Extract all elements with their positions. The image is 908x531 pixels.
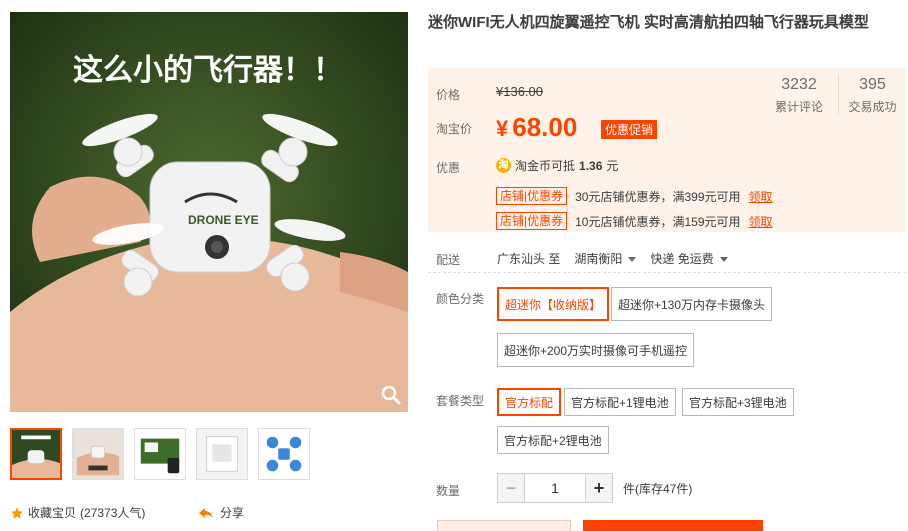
share-label: 分享 — [220, 506, 245, 520]
quantity-label: 数量 — [436, 484, 461, 498]
chevron-down-icon — [719, 257, 728, 263]
color-label: 颜色分类 — [436, 292, 485, 306]
coupon-row: 店铺|优惠券 30元店铺优惠券，满399元可用 领取 — [496, 187, 773, 205]
favorite-label: 收藏宝贝 — [28, 506, 77, 520]
decrease-quantity-button[interactable]: − — [497, 473, 525, 503]
reviews-count: 3232 — [781, 76, 817, 93]
star-icon — [11, 506, 23, 519]
coupon-text: 30元店铺优惠券，满399元可用 — [575, 189, 741, 204]
coupon-text: 10元店铺优惠券，满159元可用 — [575, 214, 741, 229]
deals-label: 交易成功 — [848, 100, 897, 114]
coin-text-suffix: 元 — [606, 159, 619, 173]
coupon-tag: 店铺|优惠券 — [496, 187, 568, 205]
thumbnail-3[interactable] — [134, 428, 186, 480]
current-price: ¥ 68.00 — [496, 112, 577, 143]
reviews-stat[interactable]: 3232 累计评论 — [760, 74, 838, 115]
reviews-label: 累计评论 — [774, 100, 823, 114]
coupon-row: 店铺|优惠券 10元店铺优惠券，满159元可用 领取 — [496, 212, 773, 230]
deals-count: 395 — [859, 76, 886, 93]
drone-brand-text: DRONE EYE — [188, 213, 259, 227]
zoom-icon[interactable] — [380, 384, 402, 406]
quantity-stepper: − 1 + 件(库存47件) — [497, 473, 692, 503]
ship-from: 广东汕头 至 — [497, 252, 561, 266]
discount-label: 优惠 — [436, 161, 461, 175]
package-option-3[interactable]: 官方标配+3锂电池 — [682, 388, 794, 416]
image-caption: 这么小的飞行器！！ — [73, 53, 343, 88]
quantity-input[interactable]: 1 — [525, 473, 585, 503]
buy-now-button[interactable] — [437, 520, 571, 531]
claim-coupon-link[interactable]: 领取 — [749, 188, 773, 205]
ship-method-text: 快递 免运费 — [650, 252, 714, 266]
taobao-coin-offer: 淘 淘金币可抵 1.36 元 — [496, 157, 618, 174]
color-option-3[interactable]: 超迷你+200万实时摄像可手机遥控 — [497, 333, 695, 367]
thumbnail-4[interactable] — [196, 428, 248, 480]
section-divider — [428, 272, 906, 273]
package-label: 套餐类型 — [436, 394, 485, 408]
color-option-1[interactable]: 超迷你【收纳版】 — [497, 287, 610, 321]
color-option-2[interactable]: 超迷你+130万内存卡摄像头 — [611, 287, 773, 321]
share-link[interactable]: 分享 — [198, 504, 244, 521]
coin-amount: 1.36 — [579, 158, 603, 173]
ship-to-text: 湖南衡阳 — [574, 252, 623, 266]
shipping-row: 广东汕头 至 湖南衡阳 快递 免运费 — [497, 250, 728, 267]
ship-method-select[interactable]: 快递 免运费 — [650, 250, 728, 267]
thumbnail-2[interactable] — [72, 428, 124, 480]
promo-badge: 优惠促销 — [601, 120, 658, 139]
current-price-value: 68.00 — [512, 112, 578, 142]
coin-text-prefix: 淘金币可抵 — [515, 159, 576, 173]
coupon-tag: 店铺|优惠券 — [496, 212, 568, 230]
chevron-down-icon — [628, 257, 637, 263]
increase-quantity-button[interactable]: + — [585, 473, 613, 503]
ship-to-select[interactable]: 湖南衡阳 — [574, 250, 637, 267]
favorite-count: (27373人气) — [80, 506, 146, 520]
thumbnail-5[interactable] — [258, 428, 310, 480]
favorite-link[interactable]: 收藏宝贝 (27373人气) — [10, 504, 145, 521]
deals-stat: 395 交易成功 — [838, 74, 906, 115]
price-panel: 价格 ¥136.00 淘宝价 ¥ 68.00 优惠促销 3232 累计评论 39… — [428, 68, 906, 232]
sales-stats: 3232 累计评论 395 交易成功 — [760, 74, 906, 115]
product-title: 迷你WIFI无人机四旋翼遥控飞机 实时高清航拍四轴飞行器玩具模型 — [428, 14, 869, 31]
original-price: ¥136.00 — [496, 84, 543, 99]
taobao-price-label: 淘宝价 — [436, 122, 473, 136]
thumbnail-strip — [10, 428, 310, 480]
share-icon — [199, 507, 213, 518]
package-option-1[interactable]: 官方标配 — [497, 388, 562, 416]
claim-coupon-link[interactable]: 领取 — [749, 213, 773, 230]
thumbnail-1[interactable] — [10, 428, 62, 480]
add-to-cart-button[interactable] — [583, 520, 763, 531]
stock-text: 件(库存47件) — [623, 481, 693, 496]
main-product-image[interactable]: DRONE EYE 这么小的飞行器！！ — [10, 12, 408, 412]
taobao-coin-icon: 淘 — [496, 158, 511, 173]
package-option-2[interactable]: 官方标配+1锂电池 — [564, 388, 676, 416]
currency-symbol: ¥ — [496, 116, 509, 141]
package-option-4[interactable]: 官方标配+2锂电池 — [497, 426, 609, 454]
shipping-label: 配送 — [436, 253, 461, 267]
price-label: 价格 — [436, 88, 461, 102]
